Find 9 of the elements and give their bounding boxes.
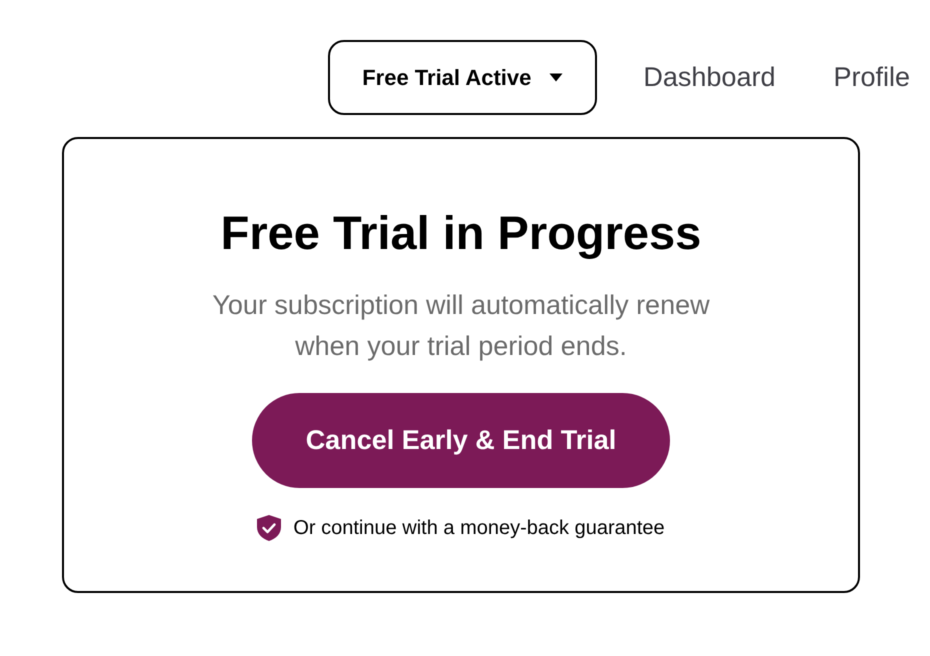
card-description: Your subscription will automatically renew when your trial period ends. <box>211 289 711 363</box>
nav-link[interactable]: Dashboard <box>643 57 776 98</box>
shield-check-icon <box>257 515 282 541</box>
card-title: Free Trial in Progress <box>220 205 702 261</box>
guarantee-text: Or continue with a money-back guarantee <box>293 516 665 541</box>
cancel-trial-button[interactable]: Cancel Early & End Trial <box>252 393 670 488</box>
caret-icon <box>549 73 564 82</box>
nav-link[interactable]: Profile <box>833 57 910 98</box>
plan-dropdown-button[interactable]: Free Trial Active <box>328 40 598 115</box>
